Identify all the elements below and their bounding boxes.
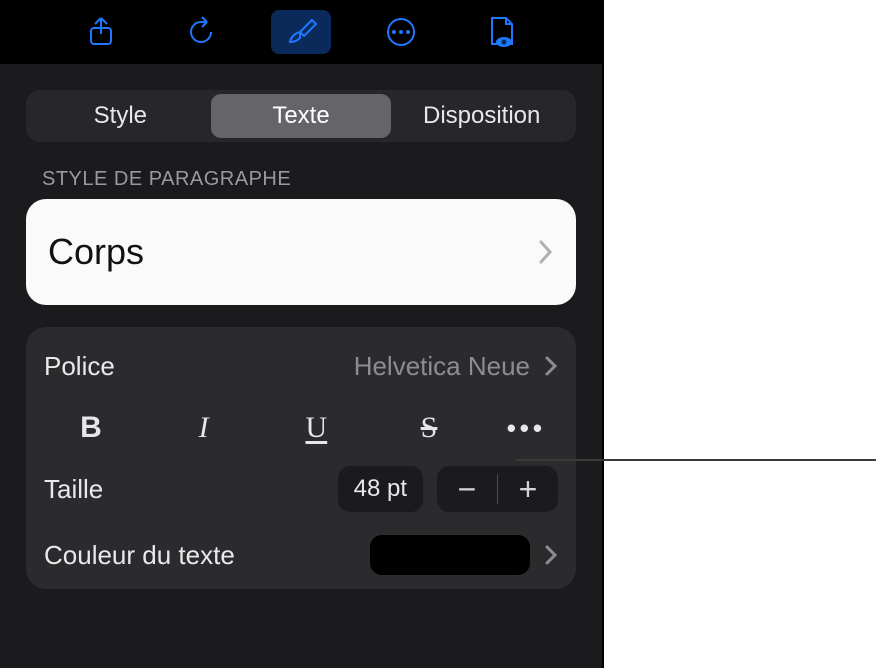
tab-layout[interactable]: Disposition bbox=[391, 94, 572, 138]
underline-button[interactable]: U bbox=[281, 411, 351, 445]
text-color-swatch[interactable] bbox=[370, 535, 530, 575]
font-label: Police bbox=[44, 351, 115, 382]
text-style-buttons-row: B I U S ••• bbox=[26, 397, 576, 463]
font-size-value[interactable]: 48 pt bbox=[338, 466, 423, 512]
share-button[interactable] bbox=[71, 10, 131, 54]
chevron-right-icon bbox=[544, 354, 558, 378]
app-toolbar bbox=[0, 0, 602, 64]
share-icon bbox=[87, 16, 115, 48]
format-brush-button[interactable] bbox=[271, 10, 331, 54]
document-view-icon bbox=[486, 16, 516, 48]
font-family-row[interactable]: Police Helvetica Neue bbox=[26, 335, 576, 397]
strikethrough-button[interactable]: S bbox=[394, 411, 464, 445]
font-settings-card: Police Helvetica Neue B I U S ••• Taille… bbox=[26, 327, 576, 589]
paragraph-style-row[interactable]: Corps bbox=[26, 199, 576, 305]
more-icon bbox=[385, 16, 417, 48]
tab-text[interactable]: Texte bbox=[211, 94, 392, 138]
format-tabs: Style Texte Disposition bbox=[26, 90, 576, 142]
text-color-row[interactable]: Couleur du texte bbox=[26, 525, 576, 589]
decrease-size-button[interactable]: − bbox=[437, 466, 497, 512]
document-options-button[interactable] bbox=[471, 10, 531, 54]
font-size-row: Taille 48 pt − + bbox=[26, 463, 576, 525]
bold-button[interactable]: B bbox=[56, 411, 126, 445]
text-color-label: Couleur du texte bbox=[44, 540, 235, 571]
font-value: Helvetica Neue bbox=[115, 351, 530, 382]
italic-button[interactable]: I bbox=[169, 411, 239, 445]
paint-brush-icon bbox=[284, 16, 318, 48]
chevron-right-icon bbox=[538, 238, 554, 266]
format-inspector-panel: Style Texte Disposition STYLE DE PARAGRA… bbox=[0, 0, 604, 668]
undo-icon bbox=[185, 16, 217, 48]
more-button[interactable] bbox=[371, 10, 431, 54]
callout-line bbox=[516, 459, 878, 609]
paragraph-style-name: Corps bbox=[48, 231, 538, 273]
font-size-label: Taille bbox=[44, 474, 103, 505]
paragraph-style-section-label: STYLE DE PARAGRAPHE bbox=[42, 168, 602, 191]
undo-button[interactable] bbox=[171, 10, 231, 54]
tab-style[interactable]: Style bbox=[30, 94, 211, 138]
more-text-options-button[interactable]: ••• bbox=[507, 413, 546, 444]
